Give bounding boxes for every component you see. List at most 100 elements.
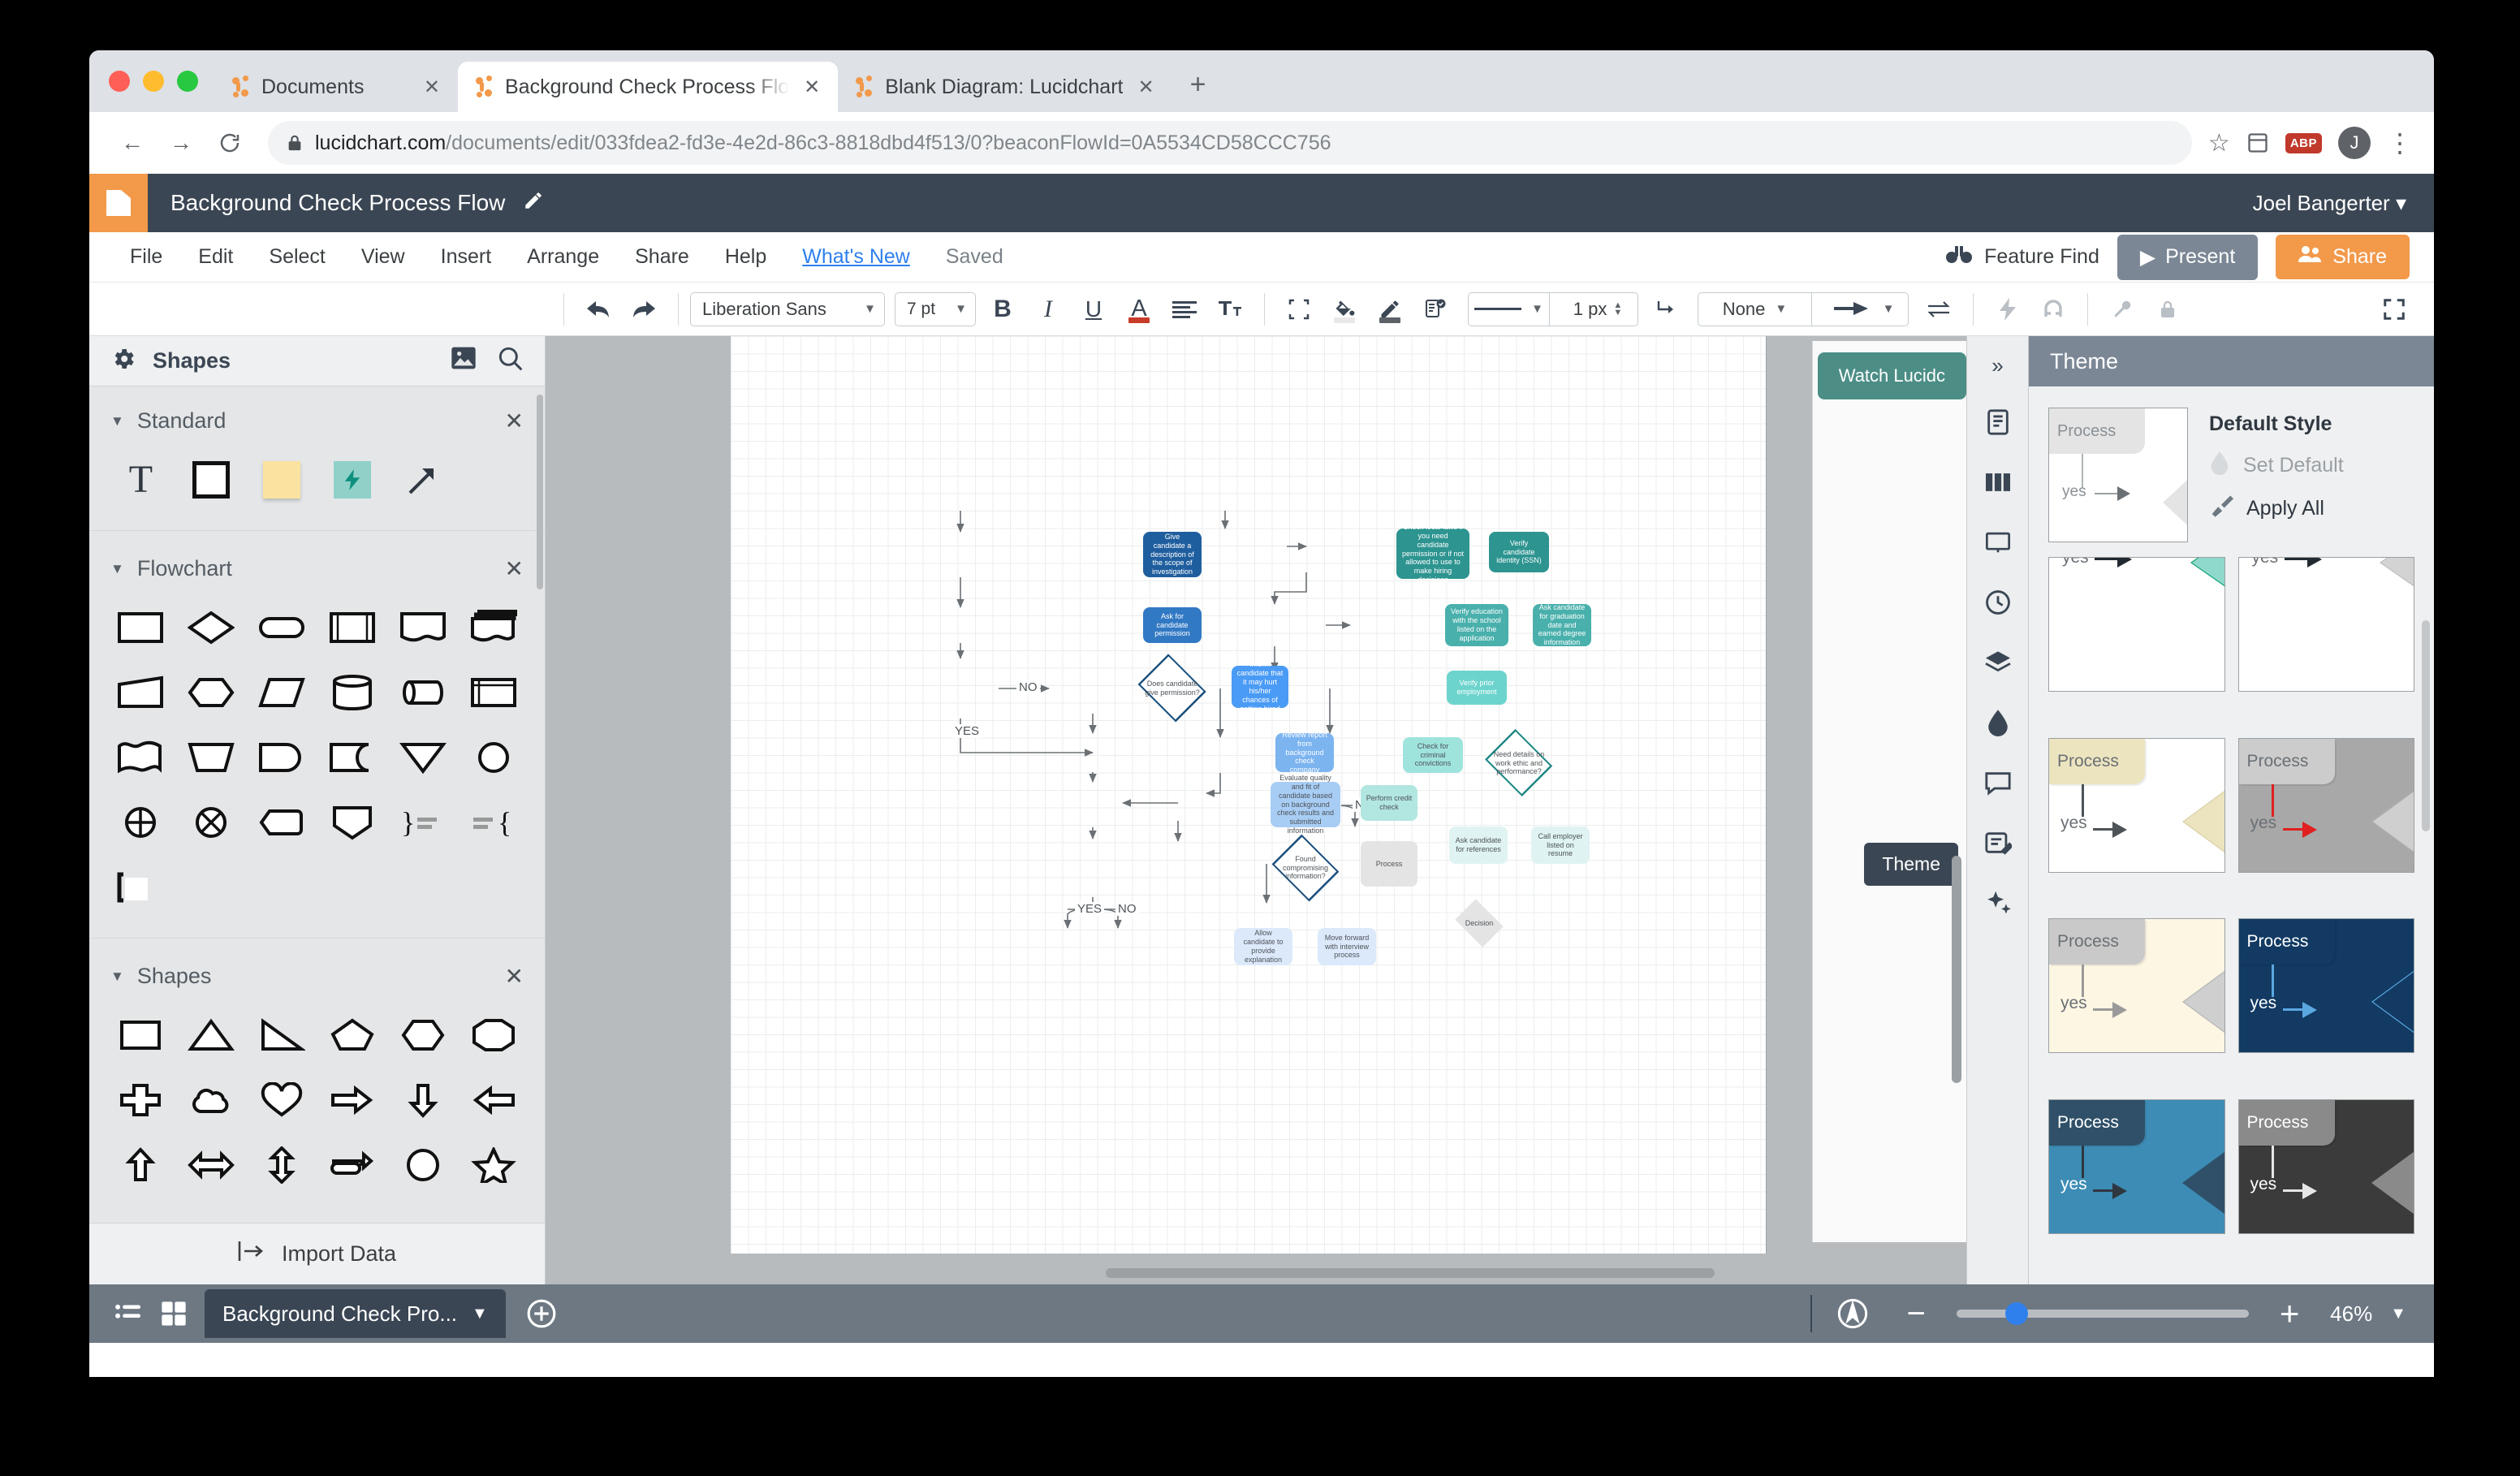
menu-arrange[interactable]: Arrange bbox=[509, 245, 617, 269]
format-painter-icon[interactable] bbox=[1417, 291, 1454, 328]
shape-manual-input[interactable] bbox=[106, 660, 176, 725]
shape-sticky-note[interactable] bbox=[247, 447, 317, 512]
shape-brace-right-annotation[interactable]: } bbox=[387, 790, 458, 855]
forward-icon[interactable]: → bbox=[159, 121, 203, 165]
flowchart-node[interactable]: Process bbox=[1361, 841, 1418, 887]
line-style-select[interactable]: ▼ bbox=[1469, 293, 1550, 326]
magnet-icon[interactable] bbox=[2035, 291, 2072, 328]
flowchart-node[interactable]: Ask candidate for references bbox=[1449, 826, 1508, 864]
shape-display[interactable] bbox=[247, 725, 317, 790]
search-icon[interactable] bbox=[498, 346, 524, 376]
flowchart-node[interactable]: Call employer listed on resume bbox=[1531, 826, 1590, 864]
apply-all-button[interactable]: Apply All bbox=[2209, 494, 2344, 524]
line-color-icon[interactable] bbox=[1371, 291, 1409, 328]
gear-icon[interactable] bbox=[110, 346, 136, 376]
close-section-icon[interactable]: ✕ bbox=[505, 408, 524, 434]
shape-cloud[interactable] bbox=[176, 1068, 247, 1133]
canvas-vertical-scrollbar[interactable] bbox=[1952, 856, 1961, 1083]
shape-bracket-container[interactable] bbox=[106, 855, 176, 920]
shape-delay[interactable] bbox=[247, 790, 317, 855]
shape-summing-junction[interactable] bbox=[106, 790, 176, 855]
flowchart-decision[interactable]: Need details on work ethic and performan… bbox=[1482, 733, 1556, 793]
action-lightning-icon[interactable] bbox=[1989, 291, 2026, 328]
shapes-section-flowchart-header[interactable]: ▼ Flowchart ✕ bbox=[89, 534, 545, 587]
extensions-icon[interactable] bbox=[2246, 132, 2269, 154]
diagram-page[interactable]: NO YES YES NO YES NO Give candidate a de… bbox=[731, 336, 1766, 1254]
shape-multi-document[interactable] bbox=[458, 595, 529, 660]
theme-swatch[interactable]: yes bbox=[2238, 557, 2415, 692]
swap-icon[interactable] bbox=[1920, 291, 1957, 328]
flowchart-node[interactable]: Check local laws if you need candidate p… bbox=[1396, 529, 1469, 579]
presentation-panel-icon[interactable] bbox=[1977, 521, 2019, 563]
flowchart-node[interactable]: Verify prior employment bbox=[1447, 671, 1507, 705]
new-tab-button[interactable]: + bbox=[1172, 69, 1224, 112]
present-button[interactable]: ▶ Present bbox=[2117, 235, 2258, 280]
comments-icon[interactable] bbox=[1977, 762, 2019, 804]
user-menu[interactable]: Joel Bangerter ▾ bbox=[2253, 191, 2434, 216]
grid-view-icon[interactable] bbox=[151, 1291, 196, 1336]
shape-down-arrow[interactable] bbox=[387, 1068, 458, 1133]
feature-find-button[interactable]: Feature Find bbox=[1945, 244, 2099, 270]
shape-process-rectangle[interactable] bbox=[106, 595, 176, 660]
close-section-icon[interactable]: ✕ bbox=[505, 555, 524, 582]
address-input[interactable]: lucidchart.com/documents/edit/033fdea2-f… bbox=[268, 121, 2192, 165]
shape-up-down-arrow[interactable] bbox=[247, 1133, 317, 1198]
flowchart-node[interactable]: Inform candidate that it may hurt his/he… bbox=[1232, 666, 1288, 708]
flowchart-node[interactable]: Ask candidate for graduation date and ea… bbox=[1533, 604, 1591, 646]
menu-view[interactable]: View bbox=[343, 245, 423, 269]
menu-share[interactable]: Share bbox=[617, 245, 707, 269]
theme-droplet-icon[interactable] bbox=[1977, 701, 2019, 744]
shape-up-arrow[interactable] bbox=[106, 1133, 176, 1198]
zoom-slider-knob[interactable] bbox=[2005, 1302, 2028, 1325]
whats-new-link[interactable]: What's New bbox=[784, 245, 928, 269]
shape-circle[interactable] bbox=[387, 1133, 458, 1198]
shape-text-tool[interactable]: T bbox=[106, 447, 176, 512]
zoom-out-button[interactable]: − bbox=[1893, 1291, 1939, 1336]
page-tab[interactable]: Background Check Pro... ▼ bbox=[205, 1289, 506, 1338]
magic-sparkle-icon[interactable] bbox=[1977, 882, 2019, 924]
default-style-thumbnail[interactable]: Process yes bbox=[2048, 408, 2188, 542]
shape-pentagon[interactable] bbox=[317, 1003, 388, 1068]
watch-lucidchart-button[interactable]: Watch Lucidc bbox=[1818, 352, 1966, 399]
theme-swatch[interactable]: Processyes bbox=[2048, 1099, 2225, 1234]
image-icon[interactable] bbox=[451, 346, 477, 376]
shape-predefined-process[interactable] bbox=[317, 595, 388, 660]
shape-decision-diamond[interactable] bbox=[176, 595, 247, 660]
tab-close-icon[interactable]: ✕ bbox=[1134, 76, 1157, 99]
shape-paper-tape[interactable] bbox=[106, 725, 176, 790]
shape-right-arrow[interactable] bbox=[317, 1068, 388, 1133]
theme-swatch[interactable]: Processyes bbox=[2048, 738, 2225, 873]
shape-stored-data[interactable] bbox=[317, 725, 388, 790]
shapes-scrollbar[interactable] bbox=[537, 395, 543, 589]
shape-triangle[interactable] bbox=[176, 1003, 247, 1068]
flowchart-node[interactable]: Give candidate a description of the scop… bbox=[1143, 532, 1202, 577]
shape-internal-storage[interactable] bbox=[458, 660, 529, 725]
flowchart-node[interactable]: Ask for candidate permission bbox=[1143, 607, 1202, 643]
list-view-icon[interactable] bbox=[106, 1291, 151, 1336]
document-panel-icon[interactable] bbox=[1977, 401, 2019, 443]
theme-swatch[interactable]: Processyes bbox=[2238, 738, 2415, 873]
flowchart-node[interactable]: Check for criminal convictions bbox=[1403, 737, 1463, 773]
lock-icon[interactable] bbox=[2149, 291, 2186, 328]
text-align-icon[interactable] bbox=[1166, 291, 1203, 328]
redo-icon[interactable] bbox=[625, 291, 662, 328]
flowchart-node[interactable]: Verify candidate identity (SSN) bbox=[1489, 532, 1549, 572]
shapes-section-shapes-header[interactable]: ▼ Shapes ✕ bbox=[89, 942, 545, 995]
shape-data-parallelogram[interactable] bbox=[247, 660, 317, 725]
underline-button[interactable]: U bbox=[1075, 291, 1112, 328]
shape-or-junction[interactable] bbox=[176, 790, 247, 855]
browser-tab-documents[interactable]: Documents ✕ bbox=[214, 62, 458, 112]
zoom-in-button[interactable]: + bbox=[2267, 1291, 2312, 1336]
shapes-scroll-area[interactable]: ▼ Standard ✕ T bbox=[89, 386, 545, 1223]
menu-help[interactable]: Help bbox=[707, 245, 784, 269]
line-width-stepper[interactable]: 1 px ▲▼ bbox=[1558, 299, 1638, 320]
line-routing-icon[interactable] bbox=[1648, 291, 1685, 328]
flowchart-node[interactable]: Move forward with interview process bbox=[1318, 928, 1376, 965]
menu-insert[interactable]: Insert bbox=[423, 245, 510, 269]
shape-select-icon[interactable] bbox=[1280, 291, 1318, 328]
zoom-dropdown-icon[interactable]: ▼ bbox=[2390, 1305, 2406, 1323]
share-button[interactable]: Share bbox=[2276, 235, 2410, 279]
tab-close-icon[interactable]: ✕ bbox=[800, 76, 823, 99]
font-size-select[interactable]: 7 pt▼ bbox=[895, 292, 976, 326]
shape-right-triangle[interactable] bbox=[247, 1003, 317, 1068]
